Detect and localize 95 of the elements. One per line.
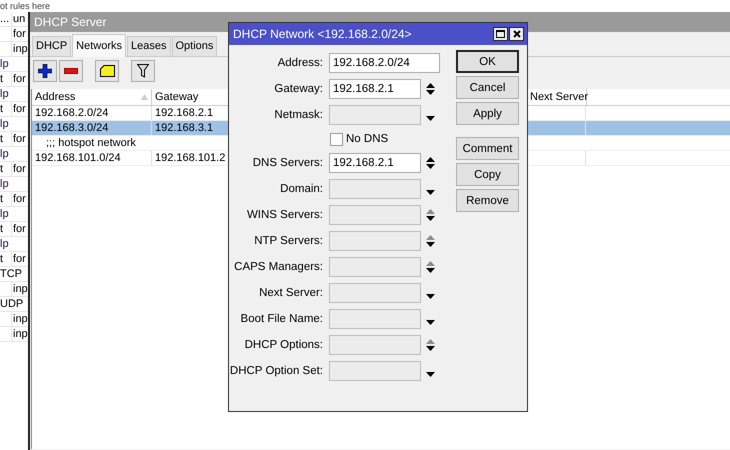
list-cell: lp <box>0 237 9 251</box>
plus-icon <box>38 64 52 78</box>
list-cell: for <box>13 163 26 175</box>
list-cell: for <box>13 103 26 115</box>
maximize-button[interactable] <box>493 27 508 41</box>
table-cell[interactable]: 192.168.101.2 <box>152 151 226 165</box>
list-cell: for <box>13 28 26 40</box>
column-header[interactable]: Address <box>32 89 152 105</box>
field-label: CAPS Managers: <box>233 261 323 273</box>
tab[interactable]: Networks <box>72 34 126 57</box>
dialog-button[interactable]: Remove <box>456 189 519 212</box>
list-cell: for <box>13 73 26 85</box>
input-field[interactable] <box>329 361 421 381</box>
field-label: DHCP Option Set: <box>229 365 323 377</box>
field-label: Gateway: <box>273 83 323 95</box>
input-field[interactable]: 192.168.2.1 <box>329 153 421 173</box>
field-label: Address: <box>276 57 323 69</box>
field-label: Domain: <box>279 183 323 195</box>
list-cell: ... <box>0 13 10 25</box>
spin-arrows-icon[interactable] <box>425 338 436 352</box>
field-label: WINS Servers: <box>246 209 323 221</box>
list-cell: t <box>0 253 4 265</box>
list-cell: t <box>0 193 4 205</box>
dialog-button[interactable]: OK <box>456 50 519 73</box>
field-label: Boot File Name: <box>240 313 323 325</box>
table-cell[interactable]: 192.168.2.1 <box>152 106 226 120</box>
list-cell: lp <box>0 87 9 101</box>
field-label: DHCP Options: <box>244 339 323 351</box>
list-cell: for <box>13 253 26 265</box>
dialog-button[interactable]: Copy <box>456 163 519 186</box>
table-cell[interactable]: 192.168.3.0/24 <box>32 121 152 135</box>
close-button[interactable] <box>509 27 524 41</box>
maximize-icon <box>496 30 505 38</box>
field-label: Netmask: <box>273 109 323 121</box>
list-cell: UDP <box>0 297 24 311</box>
spin-arrows-icon[interactable] <box>425 82 436 96</box>
list-cell: t <box>0 103 4 115</box>
list-cell: t <box>0 163 4 175</box>
input-field[interactable]: 192.168.2.1 <box>329 79 421 99</box>
input-field[interactable] <box>329 179 421 199</box>
filter-icon <box>137 64 149 78</box>
table-cell[interactable]: 192.168.101.0/24 <box>32 151 152 165</box>
tab[interactable]: Leases <box>127 36 170 56</box>
spin-arrows-icon[interactable] <box>425 234 436 248</box>
list-cell: lp <box>0 207 9 221</box>
list-cell: TCP <box>0 267 22 281</box>
list-cell: inp <box>13 283 28 295</box>
input-field[interactable] <box>329 335 421 355</box>
close-icon <box>512 30 520 38</box>
filter-button[interactable] <box>131 60 155 82</box>
list-cell: for <box>13 223 26 235</box>
list-cell: lp <box>0 177 9 191</box>
sort-arrow-icon <box>141 94 148 100</box>
spin-arrows-icon[interactable] <box>425 260 436 274</box>
spin-arrows-icon[interactable] <box>425 156 436 170</box>
list-cell: t <box>0 73 4 85</box>
list-cell: inp <box>13 43 28 55</box>
list-cell: un <box>13 13 26 25</box>
list-cell: t <box>0 133 4 145</box>
tab[interactable]: Options <box>172 36 218 56</box>
input-field[interactable] <box>329 105 421 125</box>
rules-note-text: ot rules here <box>0 0 50 12</box>
tab[interactable]: DHCP <box>32 36 72 56</box>
note-icon <box>100 65 114 77</box>
list-cell: for <box>13 193 26 205</box>
input-field[interactable] <box>329 309 421 329</box>
remove-button[interactable] <box>59 60 83 82</box>
field-label: DNS Servers: <box>252 157 323 169</box>
dialog-button[interactable]: Comment <box>456 137 519 160</box>
table-cell[interactable]: 192.168.2.0/24 <box>32 106 152 120</box>
field-label: Next Server: <box>258 287 323 299</box>
dialog-button[interactable]: Cancel <box>456 76 519 99</box>
list-cell: for <box>13 133 26 145</box>
checkbox[interactable] <box>330 132 343 146</box>
input-field[interactable] <box>329 257 421 277</box>
list-cell: t <box>0 223 4 235</box>
field-label: NTP Servers: <box>253 235 323 247</box>
column-header[interactable]: Gateway <box>152 89 226 105</box>
minus-icon <box>64 68 78 74</box>
list-cell: inp <box>13 328 28 340</box>
input-field[interactable] <box>329 205 421 225</box>
checkbox-label: No DNS <box>346 133 388 145</box>
comment-text: ;;; hotspot network <box>45 136 136 150</box>
add-button[interactable] <box>33 60 57 82</box>
list-cell: lp <box>0 117 9 131</box>
list-cell: lp <box>0 57 9 71</box>
input-field[interactable] <box>329 283 421 303</box>
dialog-button[interactable]: Apply <box>456 102 519 125</box>
spin-arrows-icon[interactable] <box>425 208 436 222</box>
list-cell: lp <box>0 147 9 161</box>
input-field[interactable]: 192.168.2.0/24 <box>329 53 440 73</box>
list-cell: inp <box>13 313 28 325</box>
comment-button[interactable] <box>95 60 119 82</box>
input-field[interactable] <box>329 231 421 251</box>
table-cell[interactable]: 192.168.3.1 <box>152 121 226 135</box>
